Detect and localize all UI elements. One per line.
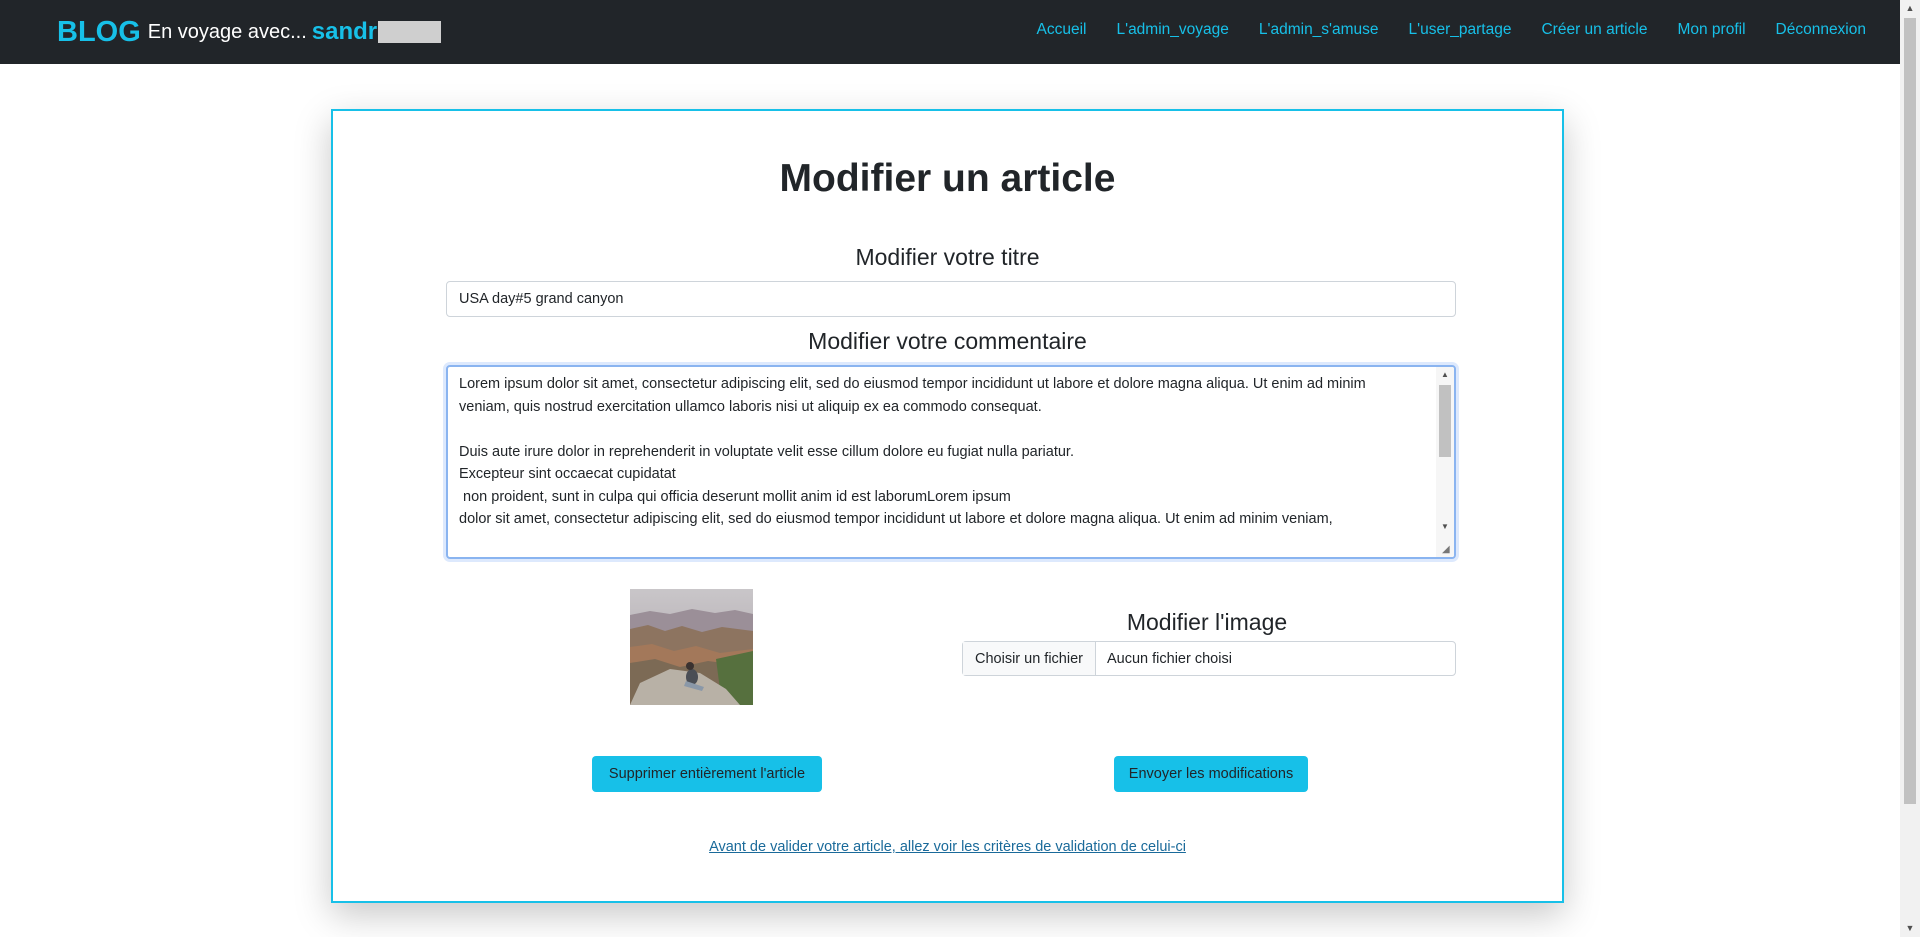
- scroll-down-arrow-icon[interactable]: ▼: [1900, 920, 1920, 937]
- resize-handle-icon[interactable]: ◢: [1442, 545, 1452, 555]
- comment-field-label: Modifier votre commentaire: [808, 328, 1087, 354]
- comment-scroll-down-icon[interactable]: ▼: [1436, 519, 1454, 535]
- page-scrollbar[interactable]: ▲ ▼: [1900, 0, 1920, 937]
- article-image-thumbnail: [630, 589, 753, 705]
- comment-scrollbar[interactable]: ▲ ▼: [1436, 367, 1454, 557]
- page-scroll-thumb[interactable]: [1904, 18, 1916, 804]
- nav-link-mon-profil[interactable]: Mon profil: [1677, 21, 1745, 39]
- nav-link-creer-article[interactable]: Créer un article: [1541, 21, 1647, 39]
- page-title: Modifier un article: [779, 157, 1116, 200]
- delete-article-button[interactable]: Supprimer entièrement l'article: [592, 756, 822, 792]
- brand-username: sandr: [311, 18, 378, 45]
- comment-text[interactable]: Lorem ipsum dolor sit amet, consectetur …: [459, 373, 1419, 531]
- nav-link-accueil[interactable]: Accueil: [1037, 21, 1087, 39]
- validation-criteria-link[interactable]: Avant de valider votre article, allez vo…: [333, 839, 1562, 855]
- file-status-text: Aucun fichier choisi: [1107, 650, 1232, 667]
- top-navbar: BLOG En voyage avec... sandr Accueil L'a…: [0, 0, 1900, 64]
- title-input[interactable]: [446, 281, 1456, 317]
- comment-scroll-thumb[interactable]: [1439, 385, 1451, 457]
- comment-textarea[interactable]: Lorem ipsum dolor sit amet, consectetur …: [446, 365, 1456, 559]
- edit-article-card: Modifier un article Modifier votre titre…: [331, 109, 1564, 903]
- image-field-label: Modifier l'image: [1126, 609, 1288, 635]
- send-changes-button[interactable]: Envoyer les modifications: [1114, 756, 1308, 792]
- title-field-label: Modifier votre titre: [855, 244, 1040, 270]
- brand-subtitle: En voyage avec...: [147, 20, 307, 43]
- canyon-photo: [630, 589, 753, 705]
- nav-link-user-partage[interactable]: L'user_partage: [1409, 21, 1512, 39]
- nav-link-admin-voyage[interactable]: L'admin_voyage: [1116, 21, 1228, 39]
- comment-scroll-up-icon[interactable]: ▲: [1436, 367, 1454, 383]
- nav-link-admin-samuse[interactable]: L'admin_s'amuse: [1259, 21, 1379, 39]
- scroll-up-arrow-icon[interactable]: ▲: [1900, 0, 1920, 17]
- image-file-input[interactable]: Choisir un fichier Aucun fichier choisi: [962, 641, 1456, 676]
- brand-blog-text: BLOG: [57, 15, 141, 48]
- brand-logo[interactable]: BLOG En voyage avec... sandr: [57, 12, 442, 52]
- choose-file-button[interactable]: Choisir un fichier: [963, 642, 1096, 675]
- nav-link-deconnexion[interactable]: Déconnexion: [1776, 21, 1866, 39]
- redacted-username-block: [378, 21, 442, 43]
- nav-links: Accueil L'admin_voyage L'admin_s'amuse L…: [1007, 0, 1866, 60]
